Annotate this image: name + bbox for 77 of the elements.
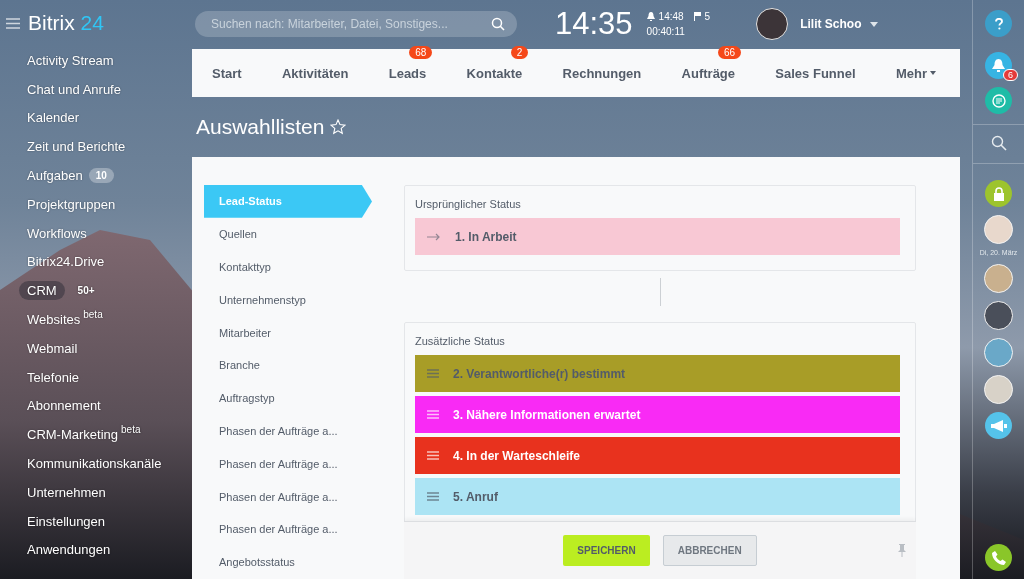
sidebar-item[interactable]: Kalender [27, 110, 80, 126]
list-tab[interactable]: Unternehmenstyp [204, 283, 372, 317]
sidebar-item[interactable]: Workflows [27, 225, 87, 241]
sidebar-item[interactable]: CRM [19, 281, 65, 301]
sidebar-item[interactable]: Einstellungen [27, 513, 106, 529]
sidebar-item[interactable]: Websites [27, 312, 81, 328]
megaphone-icon[interactable] [985, 412, 1012, 439]
sidebar-item[interactable]: Webmail [27, 340, 78, 356]
sidebar-item[interactable]: Anwendungen [27, 542, 111, 558]
menu-icon[interactable] [6, 17, 20, 29]
list-tab[interactable]: Angebotsstatus [204, 545, 372, 579]
list-tab[interactable]: Branche [204, 349, 372, 382]
counter-badge: 2 [510, 45, 529, 59]
flag-icon [693, 12, 701, 21]
counter-badge: 68 [409, 45, 433, 59]
sidebar-item[interactable]: Unternehmen [27, 484, 106, 500]
counter-label: 50+ [76, 284, 96, 299]
help-icon[interactable] [985, 10, 1012, 37]
sidebar-item[interactable]: Bitrix24.Drive [27, 254, 105, 270]
list-tab[interactable]: Kontakttyp [204, 250, 372, 284]
user-name[interactable]: Lilit Schoo [800, 17, 862, 31]
drag-handle-icon[interactable] [427, 492, 439, 501]
user-avatar[interactable] [756, 8, 789, 40]
sidebar-item[interactable]: Activity Stream [27, 52, 114, 68]
contact-avatar[interactable] [984, 264, 1013, 293]
status-row[interactable]: 1. In Arbeit [415, 218, 900, 255]
bell-icon [646, 12, 655, 21]
list-tab[interactable]: Auftragstyp [204, 381, 372, 415]
save-button[interactable]: SPEICHERN [563, 535, 650, 566]
clock-time: 14:35 [555, 6, 633, 42]
counter-badge: 66 [717, 45, 742, 59]
logo[interactable]: Bitrix 24 [28, 11, 104, 35]
sidebar-item[interactable]: Projektgruppen [27, 196, 116, 212]
sidebar-item[interactable]: Abonnement [27, 398, 101, 414]
cancel-button[interactable]: ABBRECHEN [662, 535, 757, 566]
sidebar-item[interactable]: Chat und Anrufe [27, 81, 121, 97]
lock-icon[interactable] [985, 180, 1012, 207]
nav-tab[interactable]: Mehr [895, 65, 936, 81]
caret-icon[interactable] [869, 21, 878, 27]
task-count: 5 [704, 11, 711, 22]
list-tab[interactable]: Phasen der Aufträge a... [204, 512, 372, 546]
counter-badge: 10 [88, 168, 114, 184]
sidebar-item[interactable]: Zeit und Berichte [27, 139, 126, 155]
beta-label: beta [83, 309, 103, 321]
beta-label: beta [121, 424, 141, 436]
list-tab[interactable]: Mitarbeiter [204, 316, 372, 349]
list-tab[interactable]: Phasen der Aufträge a... [204, 414, 372, 448]
star-icon[interactable] [330, 119, 347, 135]
page-title: Auswahllisten [196, 115, 325, 139]
contact-avatar[interactable] [984, 301, 1013, 330]
list-tab[interactable]: Quellen [204, 217, 372, 251]
nav-tab[interactable]: Sales Funnel [775, 65, 856, 81]
search-field[interactable]: Suchen nach: Mitarbeiter, Datei, Sonstiges... [195, 11, 517, 37]
chat-icon[interactable] [985, 87, 1012, 114]
contact-avatar[interactable] [984, 338, 1013, 367]
work-timer: 00:40:11 [646, 26, 686, 37]
search-icon[interactable] [990, 135, 1007, 151]
sidebar-item[interactable]: Telefonie [27, 369, 80, 385]
nav-tab[interactable]: Aktivitäten [281, 65, 349, 81]
sidebar-item[interactable]: Kommunikationskanäle [27, 456, 162, 472]
list-tab[interactable]: Phasen der Aufträge a... [204, 447, 372, 481]
search-icon[interactable] [491, 17, 505, 31]
section-title: Ursprünglicher Status [415, 198, 522, 210]
sidebar-item[interactable]: CRM-Marketing [27, 427, 118, 443]
section-title: Zusätzliche Status [415, 335, 506, 347]
status-row[interactable]: 5. Anruf [415, 478, 900, 515]
nav-tab[interactable]: Rechnungen [562, 65, 642, 81]
drag-handle-icon[interactable] [427, 369, 439, 378]
nav-tab[interactable]: Start [212, 65, 242, 81]
notification-bell-icon[interactable] [985, 52, 1012, 79]
alarm-time: 14:48 [658, 11, 684, 22]
sidebar-item[interactable]: Aufgaben [27, 168, 83, 184]
arrow-icon [427, 232, 441, 241]
contact-avatar[interactable] [984, 375, 1013, 404]
list-tab[interactable]: Phasen der Aufträge a... [204, 480, 372, 513]
status-row[interactable]: 4. In der Warteschleife [415, 437, 900, 474]
contact-avatar[interactable] [984, 215, 1013, 244]
